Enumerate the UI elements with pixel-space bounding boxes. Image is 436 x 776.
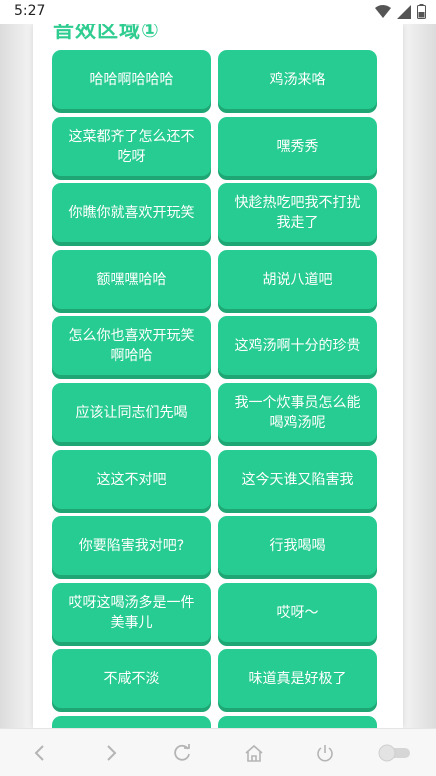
wifi-icon [375,4,391,19]
sound-panel: 音效区域① 哈哈啊哈哈哈 鸡汤来咯 这菜都齐了怎么还不吃呀 嘿秀秀 你瞧你就喜欢开玩笑快… [33,24,403,728]
refresh-icon[interactable] [170,741,194,765]
sound-button[interactable]: 哈哈啊哈哈哈 [52,50,211,109]
sound-button[interactable]: 味道真是好极了 [218,649,377,708]
sound-button[interactable]: 怎么你也喜欢开玩笑啊哈哈 [52,316,211,375]
forward-icon[interactable] [99,741,123,765]
browser-nav-bar [0,728,436,776]
sound-button[interactable]: 哎呀～ [218,583,377,642]
sound-button[interactable]: 不咸不淡 [52,649,211,708]
section-title: 音效区域① [53,24,160,42]
sound-button[interactable]: 这菜都齐了怎么还不吃呀 [52,117,211,176]
sound-button[interactable]: 你瞧你就喜欢开玩笑 [52,183,211,242]
sound-button[interactable]: 这鸡汤啊十分的珍贵 [218,316,377,375]
sound-button[interactable]: 行我喝喝 [218,516,377,575]
toggle-icon[interactable] [378,741,412,765]
status-bar: 5:27 [0,0,436,24]
sound-button[interactable] [218,716,377,728]
sound-button[interactable]: 这这不对吧 [52,450,211,509]
sound-button[interactable] [52,716,211,728]
sound-button[interactable]: 鸡汤来咯 [218,50,377,109]
power-icon[interactable] [313,741,337,765]
sound-button[interactable]: 这今天谁又陷害我 [218,450,377,509]
status-time: 5:27 [14,3,46,19]
sound-button[interactable]: 额嘿嘿哈哈 [52,250,211,309]
sound-button[interactable]: 嘿秀秀 [218,117,377,176]
home-icon[interactable] [242,741,266,765]
sound-button[interactable]: 我一个炊事员怎么能喝鸡汤呢 [218,383,377,442]
sound-button[interactable]: 应该让同志们先喝 [52,383,211,442]
status-icons [375,4,426,19]
sound-button[interactable]: 你要陷害我对吧? [52,516,211,575]
sound-button[interactable]: 哎呀这喝汤多是一件美事儿 [52,583,211,642]
back-icon[interactable] [28,741,52,765]
cellular-signal-icon [397,4,411,19]
battery-icon [417,4,426,19]
sound-button[interactable]: 胡说八道吧 [218,250,377,309]
sound-button[interactable]: 快趁热吃吧我不打扰我走了 [218,183,377,242]
